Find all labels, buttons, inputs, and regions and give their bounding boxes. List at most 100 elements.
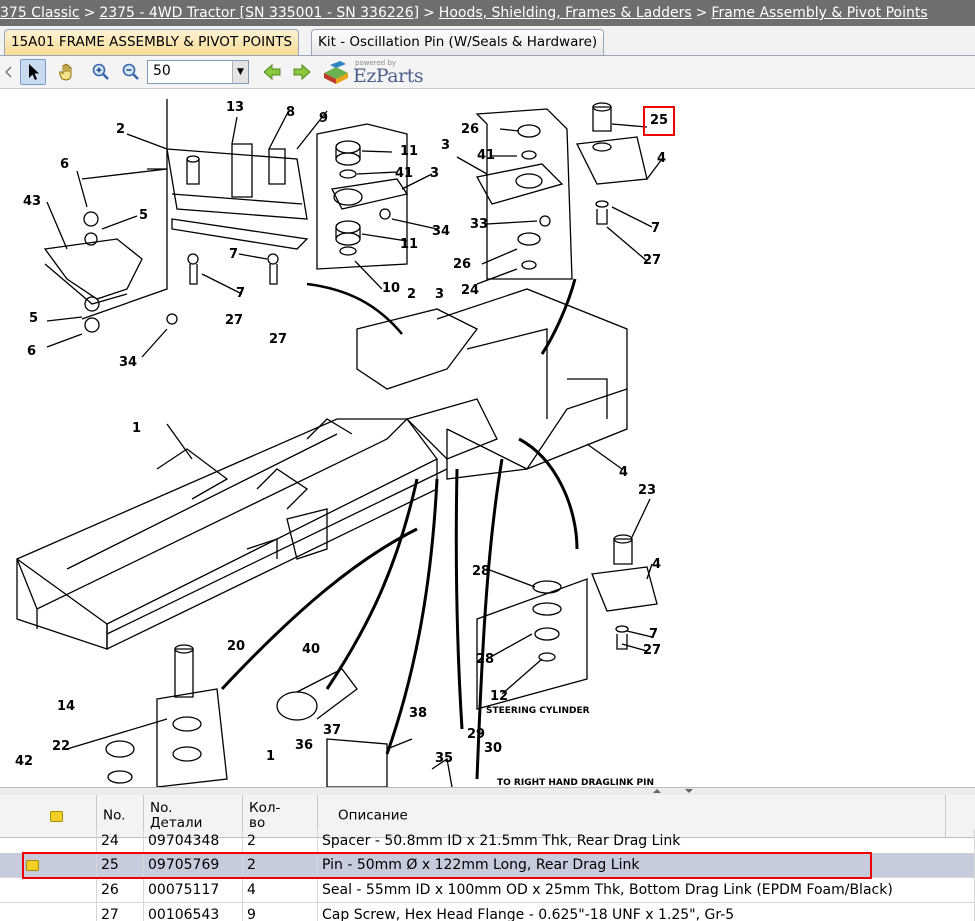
callout-6[interactable]: 6 (60, 157, 69, 172)
breadcrumb-link-model[interactable]: 375 Classic (0, 5, 80, 21)
table-row[interactable]: 26 00075117 4 Seal - 55mm ID x 100mm OD x 2… (0, 878, 975, 903)
callout-30[interactable]: 30 (484, 741, 502, 756)
breadcrumb-link-hoods[interactable]: Hoods, Shielding, Frames & Ladders (439, 5, 692, 21)
row-part-number: 00106543 (144, 903, 243, 921)
zoom-level-value: 50 (153, 63, 171, 79)
callout-27[interactable]: 27 (269, 332, 287, 347)
callout-22[interactable]: 22 (52, 739, 70, 754)
callout-41[interactable]: 41 (477, 148, 495, 163)
callout-7[interactable]: 7 (229, 247, 238, 262)
callout-7[interactable]: 7 (236, 286, 245, 301)
callout-5[interactable]: 5 (29, 311, 38, 326)
breadcrumb-separator: > (423, 5, 435, 21)
right-hand-draglink-note: TO RIGHT HAND DRAGLINK PIN (497, 778, 654, 787)
row-quantity: 2 (243, 829, 318, 853)
callout-14[interactable]: 14 (57, 699, 75, 714)
callout-34[interactable]: 34 (119, 355, 137, 370)
callout-6[interactable]: 6 (27, 344, 36, 359)
callout-38[interactable]: 38 (409, 706, 427, 721)
callout-10[interactable]: 10 (382, 281, 400, 296)
callout-23[interactable]: 23 (638, 483, 656, 498)
toolbar-collapse-arrow-icon[interactable] (2, 59, 16, 85)
zoom-in-icon[interactable] (88, 59, 114, 85)
breadcrumb-link-frame[interactable]: Frame Assembly & Pivot Points (711, 5, 927, 21)
header-quantity-label: Кол-во (249, 800, 281, 831)
callout-7[interactable]: 7 (649, 627, 658, 642)
callout-3[interactable]: 3 (435, 287, 444, 302)
callout-4[interactable]: 4 (657, 151, 666, 166)
toolbar: 50 ▼ powered by EzParts (0, 56, 975, 89)
callout-2[interactable]: 2 (407, 287, 416, 302)
header-description-label: Описание (338, 807, 408, 824)
tab-oscillation-pin-kit[interactable]: Kit - Oscillation Pin (W/Seals & Hardwar… (311, 29, 605, 55)
hand-pan-icon[interactable] (53, 59, 79, 85)
header-no-label: No. (103, 807, 126, 824)
row-description: Spacer - 50.8mm ID x 21.5mm Thk, Rear Dr… (318, 829, 975, 853)
header-part-number-label: No. Детали (150, 800, 203, 831)
callout-8[interactable]: 8 (286, 105, 295, 120)
callout-1[interactable]: 1 (132, 421, 141, 436)
callout-34[interactable]: 34 (432, 224, 450, 239)
callout-3[interactable]: 3 (441, 138, 450, 153)
breadcrumb-link-tractor[interactable]: 2375 - 4WD Tractor [SN 335001 - SN 33622… (99, 5, 419, 21)
ezparts-logo-icon (324, 61, 348, 84)
callout-36[interactable]: 36 (295, 738, 313, 753)
callout-35[interactable]: 35 (435, 751, 453, 766)
callout-43[interactable]: 43 (23, 194, 41, 209)
ezparts-logo: powered by EzParts (322, 58, 432, 87)
callout-28[interactable]: 28 (472, 564, 490, 579)
tab-frame-assembly[interactable]: 15A01 FRAME ASSEMBLY & PIVOT POINTS (4, 29, 300, 55)
row-part-number: 09704348 (144, 829, 243, 853)
callout-26[interactable]: 26 (453, 257, 471, 272)
callout-7[interactable]: 7 (651, 221, 660, 236)
table-row[interactable]: 24 09704348 2 Spacer - 50.8mm ID x 21.5mm T… (0, 829, 975, 854)
zoom-out-icon[interactable] (118, 59, 144, 85)
breadcrumb-separator: > (83, 5, 96, 21)
row-icon-cell (0, 878, 97, 902)
callout-5[interactable]: 5 (139, 208, 148, 223)
callout-41[interactable]: 41 (395, 166, 413, 181)
callout-33[interactable]: 33 (470, 217, 488, 232)
callout-1[interactable]: 1 (266, 749, 275, 764)
arrow-pointer-icon[interactable] (20, 59, 46, 85)
callout-11[interactable]: 11 (400, 144, 418, 159)
callout-20[interactable]: 20 (227, 639, 245, 654)
row-highlight-box (22, 852, 872, 879)
callout-24[interactable]: 24 (461, 283, 479, 298)
callout-29[interactable]: 29 (467, 727, 485, 742)
zoom-level-select[interactable]: 50 ▼ (147, 60, 249, 84)
callout-13[interactable]: 13 (226, 100, 244, 115)
callout-2[interactable]: 2 (116, 122, 125, 137)
callout-37[interactable]: 37 (323, 723, 341, 738)
row-number: 26 (97, 878, 144, 902)
row-icon-cell (0, 829, 97, 853)
exploded-parts-diagram[interactable]: 13 2 8 9 6 43 5 5 6 34 7 7 27 27 11 41 3… (7, 89, 975, 787)
row-description: Seal - 55mm ID x 100mm OD x 25mm Thk, Bo… (318, 878, 975, 902)
callout-27[interactable]: 27 (643, 253, 661, 268)
callout-4[interactable]: 4 (652, 557, 661, 572)
callout-27[interactable]: 27 (643, 643, 661, 658)
callout-4[interactable]: 4 (619, 465, 628, 480)
callout-42[interactable]: 42 (15, 754, 33, 769)
previous-page-arrow-icon[interactable] (259, 59, 285, 85)
chevron-down-icon[interactable]: ▼ (232, 61, 248, 83)
callout-27[interactable]: 27 (225, 313, 243, 328)
callout-40[interactable]: 40 (302, 642, 320, 657)
row-part-number: 00075117 (144, 878, 243, 902)
steering-cylinder-label: STEERING CYLINDER (486, 706, 590, 716)
callout-28[interactable]: 28 (476, 652, 494, 667)
callout-3[interactable]: 3 (430, 166, 439, 181)
table-row[interactable]: 27 00106543 9 Cap Screw, Hex Head Flange - … (0, 903, 975, 921)
callout-26[interactable]: 26 (461, 122, 479, 137)
callout-11[interactable]: 11 (400, 237, 418, 252)
next-page-arrow-icon[interactable] (289, 59, 315, 85)
callout-9[interactable]: 9 (319, 111, 328, 126)
row-quantity: 4 (243, 878, 318, 902)
breadcrumb: 375 Classic >2375 - 4WD Tractor [SN 33500… (0, 0, 975, 26)
row-quantity: 9 (243, 903, 318, 921)
splitter-down-arrow-icon[interactable] (684, 788, 694, 794)
callout-25[interactable]: 25 (650, 113, 668, 128)
tab-bar: 15A01 FRAME ASSEMBLY & PIVOT POINTS Kit … (0, 26, 975, 56)
splitter-up-arrow-icon[interactable] (652, 788, 662, 794)
callout-12[interactable]: 12 (490, 689, 508, 704)
